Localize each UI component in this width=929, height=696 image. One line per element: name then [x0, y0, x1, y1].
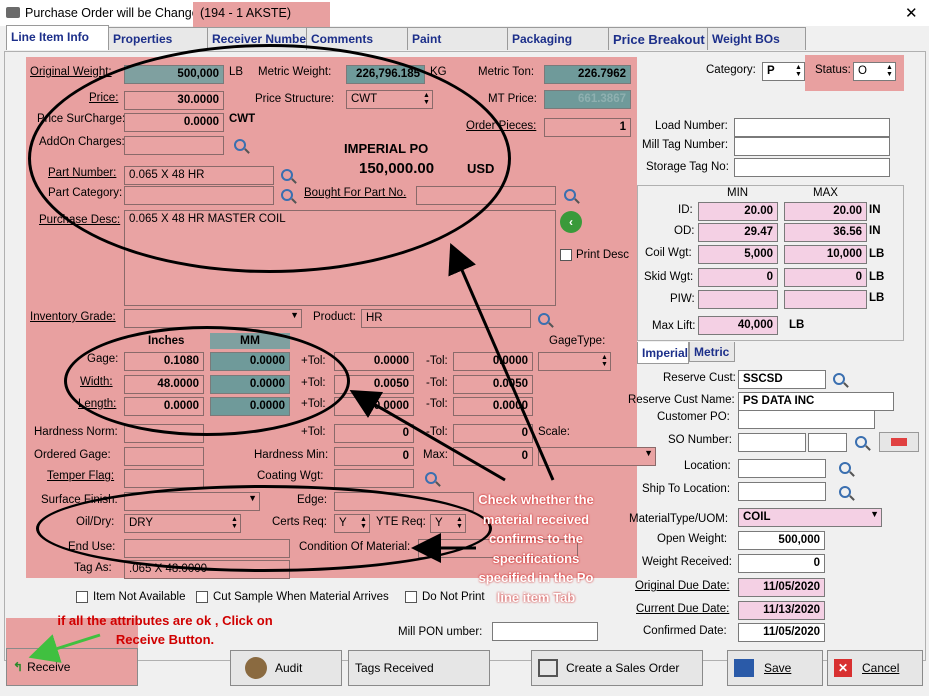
arrow-to-top	[448, 242, 555, 481]
check-annotation-text: Check whether the material received conf…	[478, 492, 594, 605]
annotation-arrows	[28, 242, 555, 663]
arrow-to-dimensions	[349, 389, 506, 482]
receive-annotation-text: if all the attributes are ok , Click on …	[57, 613, 273, 647]
